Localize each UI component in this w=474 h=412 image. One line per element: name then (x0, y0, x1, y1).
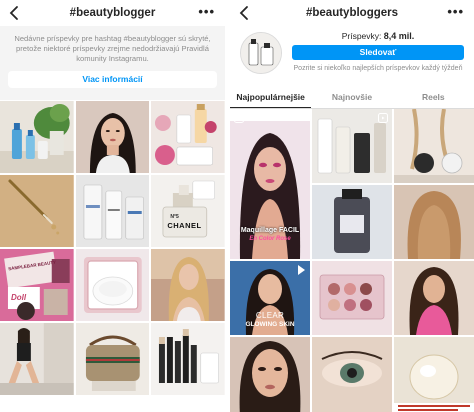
top-bar: #beautybloggers ••• (230, 0, 474, 26)
grid-post[interactable] (151, 249, 225, 321)
more-options-icon[interactable]: ••• (447, 4, 464, 20)
grid-post[interactable] (0, 101, 74, 173)
maquillage-caption-line1: Maquillage FACIL (240, 227, 300, 234)
follow-button[interactable]: Sledovať (292, 45, 464, 60)
back-arrow-icon[interactable] (6, 3, 22, 23)
grid-post[interactable] (312, 185, 392, 259)
dolls-text: Doll (11, 293, 27, 302)
more-options-icon[interactable]: ••• (198, 4, 215, 20)
left-screen: #beautyblogger ••• Nedávne príspevky pre… (0, 0, 225, 412)
right-screen: #beautybloggers ••• Príspevky: 8,4 mil. … (230, 0, 474, 412)
tab-reels[interactable]: Reels (393, 88, 474, 108)
hashtag-title: #beautyblogger (69, 7, 156, 19)
grid-post[interactable] (151, 323, 225, 395)
post-grid: Maquillage FACIL En Color Rose CLEAR GLO… (230, 109, 474, 412)
grid-post[interactable]: CLEAR GLOWING SKIN (230, 261, 310, 335)
reels-icon (378, 113, 388, 123)
grid-post[interactable]: SAMPLEBAR BEAUTY Doll (0, 249, 74, 321)
grid-post[interactable] (75, 101, 150, 173)
tab-recent[interactable]: Najnovšie (311, 88, 392, 108)
grid-post[interactable] (394, 109, 474, 183)
back-arrow-icon[interactable] (236, 3, 252, 23)
tab-top[interactable]: Najpopulárnejšie (230, 88, 312, 108)
grid-post[interactable] (394, 185, 474, 259)
posts-count: Príspevky: 8,4 mil. (292, 31, 464, 41)
hashtag-avatar (240, 32, 282, 74)
grid-post[interactable] (0, 175, 74, 247)
grid-post[interactable]: N°5 CHANEL (151, 175, 225, 247)
grid-post[interactable] (75, 249, 150, 321)
hidden-posts-notice: Nedávne príspevky pre hashtag #beautyblo… (0, 26, 225, 100)
grid-post[interactable] (312, 109, 392, 183)
grid-post[interactable] (230, 337, 310, 412)
posts-number: 8,4 mil. (383, 31, 415, 41)
grid-post[interactable] (394, 337, 474, 412)
chanel-label: CHANEL (167, 221, 202, 230)
grid-post[interactable]: Maquillage FACIL En Color Rose (230, 109, 310, 259)
hashtag-title: #beautybloggers (305, 7, 399, 19)
clear-caption-line1: CLEAR (255, 311, 285, 320)
grid-post[interactable] (151, 101, 225, 173)
follow-note: Pozrite si niekoľko najlepších príspevko… (293, 65, 463, 72)
grid-post[interactable] (75, 175, 150, 247)
grid-post[interactable] (0, 323, 74, 395)
grid-post[interactable] (394, 261, 474, 335)
notice-text: Nedávne príspevky pre hashtag #beautyblo… (14, 34, 211, 63)
posts-label: Príspevky: (341, 31, 382, 41)
reels-icon (234, 113, 244, 123)
grid-post[interactable] (75, 323, 150, 395)
clear-caption-line2: GLOWING SKIN (245, 321, 295, 328)
top-bar: #beautyblogger ••• (0, 0, 225, 26)
maquillage-caption-line2: En Color Rose (249, 236, 291, 242)
grid-post[interactable] (312, 261, 392, 335)
more-info-button[interactable]: Viac informácií (8, 71, 217, 88)
feed-tabs: Najpopulárnejšie Najnovšie Reels (230, 88, 474, 109)
post-grid: N°5 CHANEL SAMPLEBAR BEAUTY Doll (0, 101, 225, 395)
perfume-number: N°5 (170, 214, 179, 220)
grid-post[interactable] (312, 337, 392, 412)
play-icon (298, 265, 305, 275)
